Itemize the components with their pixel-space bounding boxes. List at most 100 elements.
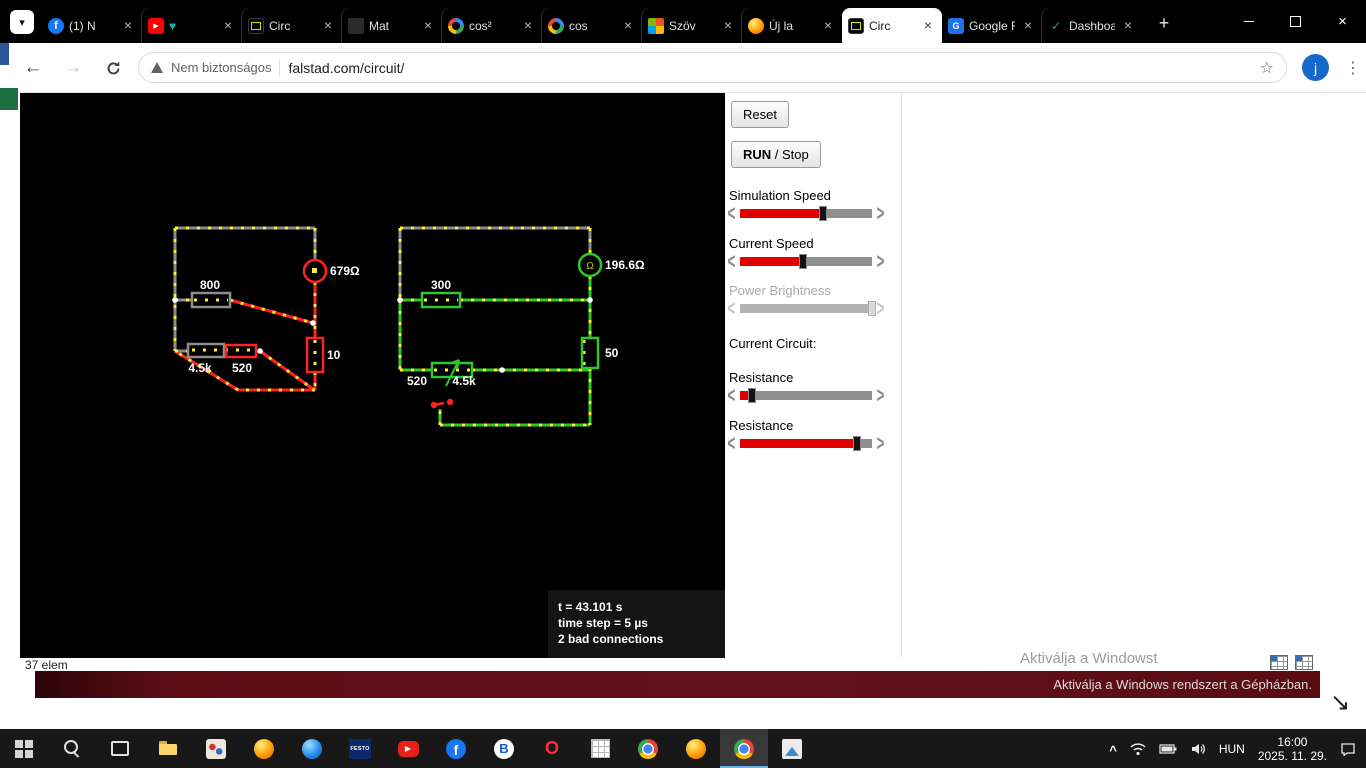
maximize-button[interactable] (1272, 0, 1319, 43)
tab-close-icon[interactable] (620, 18, 636, 34)
tray-expand-icon[interactable] (1109, 743, 1117, 758)
festo-icon[interactable]: FESTO (336, 729, 384, 768)
new-tab-button[interactable] (1152, 11, 1176, 35)
resistor-520-left[interactable] (224, 343, 258, 359)
search-icon[interactable] (48, 729, 96, 768)
tab-close-icon[interactable] (920, 18, 936, 34)
slider-track[interactable] (739, 388, 872, 403)
start-icon[interactable] (0, 729, 48, 768)
file-explorer-icon[interactable] (144, 729, 192, 768)
tab-search-button[interactable] (10, 10, 34, 34)
taskbar-clock[interactable]: 16:00 2025. 11. 29. (1258, 735, 1327, 763)
firefox-icon[interactable] (672, 729, 720, 768)
browser-tab[interactable]: Szöv (642, 8, 742, 43)
network-icon[interactable] (1130, 742, 1146, 756)
slider-decrease-arrow[interactable] (727, 202, 735, 225)
slider-track[interactable] (739, 206, 872, 221)
address-bar[interactable]: Nem biztonságos falstad.com/circuit/ (138, 52, 1287, 83)
calculator-icon[interactable] (576, 729, 624, 768)
url[interactable]: falstad.com/circuit/ (288, 60, 404, 76)
slider-thumb[interactable] (747, 388, 756, 403)
browser-tab[interactable]: Circ (242, 8, 342, 43)
slider-decrease-arrow[interactable] (727, 432, 735, 455)
browser-tab[interactable]: cos² (442, 8, 542, 43)
minimize-button[interactable] (1225, 0, 1272, 43)
browser-menu-button[interactable] (1341, 43, 1365, 93)
slider-increase-arrow[interactable] (876, 250, 884, 273)
junction-dot (499, 367, 505, 373)
run-stop-button[interactable]: RUN / Stop (731, 141, 821, 168)
table-icon (1270, 655, 1288, 670)
forward-button[interactable] (56, 43, 90, 93)
slider-thumb[interactable] (818, 206, 827, 221)
browser-tab[interactable]: Új la (742, 8, 842, 43)
element-count: 37 elem (25, 658, 68, 672)
volume-icon[interactable] (1190, 742, 1206, 756)
close-button[interactable] (1319, 0, 1366, 43)
slider-thumb[interactable] (853, 436, 862, 451)
tab-close-icon[interactable] (220, 18, 236, 34)
security-chip[interactable]: Nem biztonságos (171, 60, 271, 75)
battery-icon[interactable] (1159, 743, 1177, 755)
language-indicator[interactable]: HUN (1219, 742, 1245, 756)
junction-dot (397, 297, 403, 303)
notifications-icon[interactable] (1340, 742, 1356, 756)
slider-thumb[interactable] (799, 254, 808, 269)
browser-tab[interactable]: Circ (842, 8, 942, 43)
chrome-icon[interactable] (720, 729, 768, 768)
browser-tab[interactable]: ♥ (142, 8, 242, 43)
tab-close-icon[interactable] (1020, 18, 1036, 34)
browser-tab[interactable]: Dashboa (1042, 8, 1142, 43)
tab-close-icon[interactable] (720, 18, 736, 34)
blue-app-icon[interactable] (288, 729, 336, 768)
task-view-icon[interactable] (96, 729, 144, 768)
firefox-icon[interactable] (240, 729, 288, 768)
reset-button[interactable]: Reset (731, 101, 789, 128)
resistor-10[interactable] (305, 336, 325, 374)
reload-button[interactable] (96, 43, 130, 93)
youtube-icon[interactable]: ▶ (384, 729, 432, 768)
resistor-300[interactable] (420, 291, 462, 309)
slider-thumb[interactable] (867, 301, 876, 316)
tab-close-icon[interactable] (820, 18, 836, 34)
slider-decrease-arrow[interactable] (727, 250, 735, 273)
slider-increase-arrow[interactable] (876, 432, 884, 455)
tab-close-icon[interactable] (320, 18, 336, 34)
slider-decrease-arrow[interactable] (727, 297, 735, 320)
slider-track[interactable] (739, 301, 876, 316)
slider-track[interactable] (739, 436, 872, 451)
system-tray: HUN 16:00 2025. 11. 29. (1109, 735, 1366, 763)
browser-tab-bar: (1) N ♥ Circ Mat cos² cos Szöv Új la Circ Google … (0, 0, 1366, 43)
opera-icon[interactable]: O (528, 729, 576, 768)
paint-icon[interactable] (192, 729, 240, 768)
slider-current-speed: Current Speed (727, 236, 899, 269)
back-button[interactable] (16, 43, 50, 93)
circuit-drawing[interactable]: Ω 800 679Ω 10 4.5k 520 300 196.6Ω 50 520… (20, 93, 725, 658)
clock-date: 2025. 11. 29. (1257, 748, 1327, 763)
slider-track[interactable] (739, 254, 872, 269)
circuit-canvas[interactable]: Ω 800 679Ω 10 4.5k 520 300 196.6Ω 50 520… (20, 93, 725, 658)
bookmark-star-icon[interactable] (1260, 58, 1274, 78)
slider-increase-arrow[interactable] (876, 202, 884, 225)
resistor-800[interactable] (190, 291, 232, 309)
tab-close-icon[interactable] (420, 18, 436, 34)
tab-close-icon[interactable] (120, 18, 136, 34)
slider-increase-arrow[interactable] (876, 297, 884, 320)
browser-b-icon[interactable]: B (480, 729, 528, 768)
status-time: t = 43.101 s (558, 600, 623, 614)
browser-tab[interactable]: Google F (942, 8, 1042, 43)
slider-decrease-arrow[interactable] (727, 384, 735, 407)
browser-tab[interactable]: cos (542, 8, 642, 43)
circuit-favicon-icon (248, 17, 264, 34)
control-panel: Reset RUN / Stop Simulation Speed Curren… (725, 93, 902, 658)
profile-avatar[interactable]: j (1302, 54, 1329, 81)
tab-close-icon[interactable] (1120, 18, 1136, 34)
chrome-icon[interactable] (624, 729, 672, 768)
browser-tab[interactable]: (1) N (42, 8, 142, 43)
browser-tab[interactable]: Mat (342, 8, 442, 43)
facebook-icon[interactable]: f (432, 729, 480, 768)
photos-icon[interactable] (768, 729, 816, 768)
resistor-label: 520 (407, 374, 427, 388)
tab-close-icon[interactable] (520, 18, 536, 34)
slider-increase-arrow[interactable] (876, 384, 884, 407)
